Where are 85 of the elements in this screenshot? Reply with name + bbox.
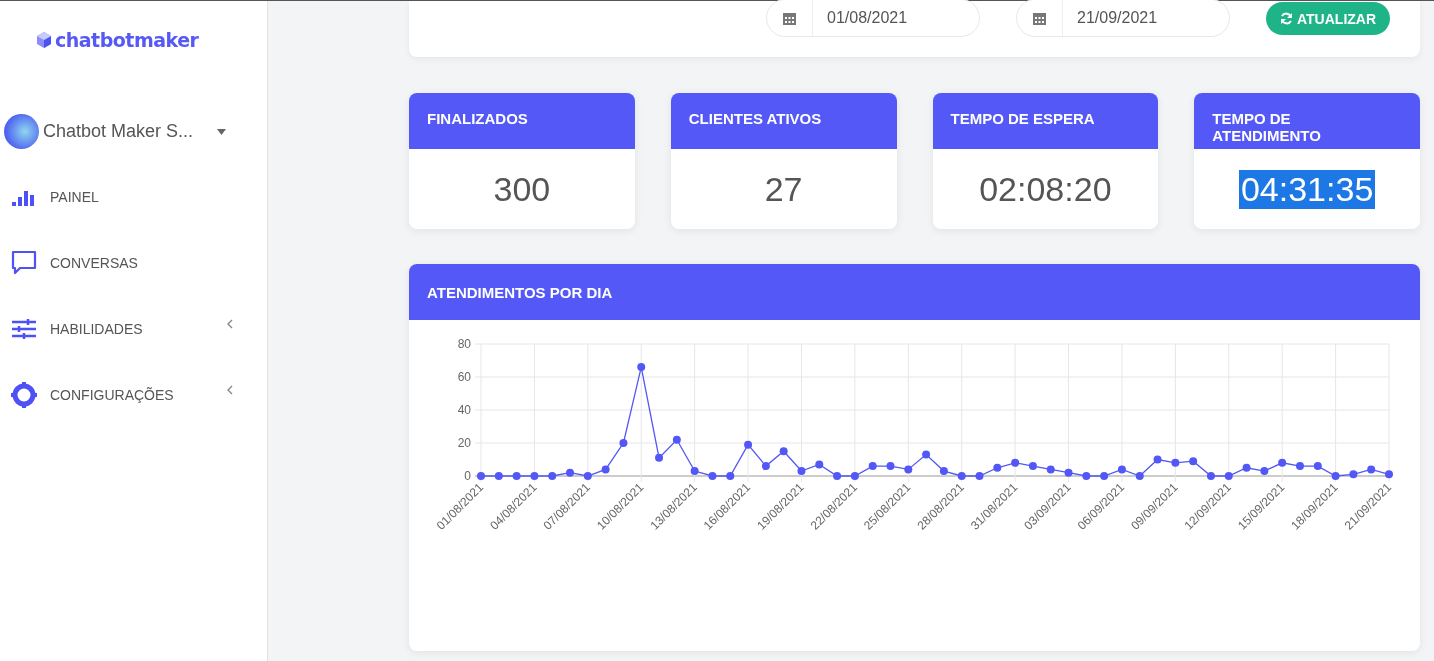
point — [886, 462, 895, 471]
point — [494, 472, 503, 480]
point — [566, 468, 575, 477]
point — [1046, 465, 1055, 474]
nav-item[interactable]: HABILIDADES — [0, 297, 267, 361]
point — [1349, 470, 1358, 479]
avatar-icon — [4, 114, 39, 149]
end-date-field[interactable]: 21/09/2021 — [1063, 8, 1229, 28]
calendar-icon — [782, 10, 797, 26]
start-date-picker[interactable]: 01/08/2021 — [766, 0, 980, 37]
stat-title: CLIENTES ATIVOS — [688, 110, 823, 127]
y-axis-label: 40 — [457, 403, 471, 417]
point — [1260, 467, 1269, 476]
point — [619, 439, 628, 447]
account-selector[interactable]: Chatbot Maker S... — [0, 114, 267, 149]
stat-title: FINALIZADOS — [427, 110, 529, 127]
point — [833, 472, 842, 480]
point — [1224, 472, 1233, 480]
point — [1082, 472, 1091, 480]
nav-item[interactable]: PAINEL — [0, 165, 267, 229]
calendar-icon — [1032, 10, 1047, 26]
point — [1135, 472, 1144, 480]
gear-icon — [10, 382, 38, 408]
y-axis-label: 60 — [457, 370, 471, 384]
caret-icon — [217, 128, 227, 135]
point — [1331, 472, 1340, 480]
point — [1242, 463, 1251, 472]
point — [672, 435, 681, 444]
point — [708, 472, 717, 480]
point — [779, 447, 788, 456]
point — [868, 462, 877, 471]
nav-item[interactable]: CONFIGURAÇÕES — [0, 363, 267, 427]
chat-bubble-icon — [10, 250, 38, 276]
stat-value: 02:08:20 — [979, 169, 1112, 209]
point — [1278, 458, 1287, 467]
point — [601, 465, 610, 474]
start-date-field[interactable]: 01/08/2021 — [813, 8, 979, 28]
point — [548, 472, 557, 480]
point — [583, 472, 592, 480]
point — [904, 465, 913, 474]
end-date-picker[interactable]: 21/09/2021 — [1016, 0, 1230, 37]
stat-title: TEMPO DE ATENDIMENTO — [1212, 110, 1322, 144]
point — [1313, 462, 1322, 471]
point — [797, 467, 806, 476]
stat-value: 04:31:35 — [1238, 169, 1376, 209]
point — [726, 472, 735, 480]
y-axis-label: 0 — [464, 469, 471, 483]
point — [761, 462, 770, 471]
point — [477, 472, 485, 480]
cube-icon — [35, 31, 53, 49]
point — [1100, 472, 1109, 480]
y-axis-label: 20 — [457, 436, 471, 450]
sliders-icon — [10, 318, 38, 340]
point — [1117, 465, 1126, 474]
point — [690, 467, 699, 476]
stat-title: TEMPO DE ESPERA — [950, 110, 1096, 127]
point — [744, 440, 753, 449]
point — [957, 472, 966, 480]
logo-wordmark: chatbotmaker — [55, 29, 199, 51]
point — [1153, 455, 1162, 464]
point — [1189, 457, 1198, 466]
point — [939, 467, 948, 476]
stat-value: 27 — [764, 169, 803, 209]
stat-value: 300 — [493, 169, 551, 209]
nav-item[interactable]: CONVERSAS — [0, 231, 267, 295]
point — [1171, 458, 1180, 467]
point — [637, 363, 646, 372]
point — [975, 472, 984, 480]
point — [512, 472, 521, 480]
point — [1011, 458, 1020, 467]
point — [1064, 468, 1073, 477]
point — [993, 463, 1002, 472]
point — [1367, 465, 1376, 474]
chart-title: ATENDIMENTOS POR DIA — [427, 283, 613, 301]
point — [850, 472, 859, 480]
point — [1028, 462, 1037, 471]
point — [922, 450, 931, 459]
point — [530, 472, 539, 480]
point — [1295, 462, 1304, 471]
y-axis-label: 80 — [457, 337, 471, 351]
refresh-icon — [1280, 12, 1293, 25]
point — [1206, 472, 1215, 480]
point — [1385, 470, 1393, 479]
point — [815, 460, 824, 469]
point — [655, 453, 664, 462]
